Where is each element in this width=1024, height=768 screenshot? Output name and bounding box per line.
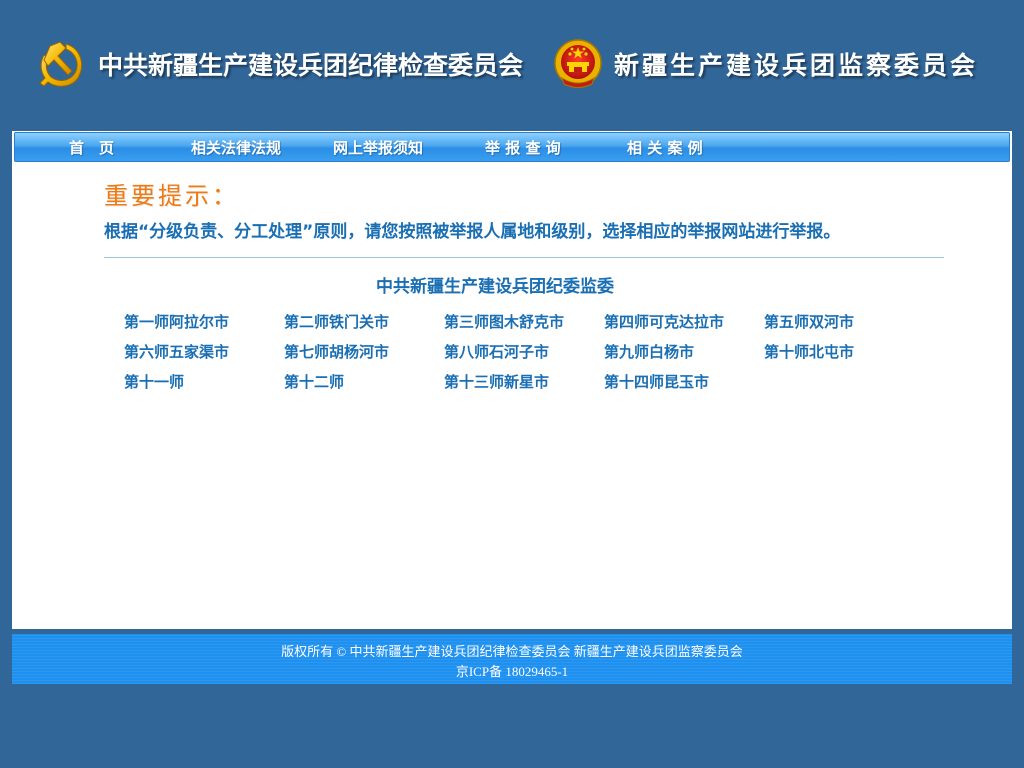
site-title-supervision: 新疆生产建设兵团监察委员会 <box>614 51 979 80</box>
link-division-13[interactable]: 第十三师新星市 <box>444 371 549 392</box>
notice-text: 根据“分级负责、分工处理”原则，请您按照被举报人属地和级别，选择相应的举报网站进… <box>104 222 841 242</box>
link-division-9[interactable]: 第九师白杨市 <box>604 341 694 362</box>
nav-laws[interactable]: 相关法律法规 <box>191 137 281 159</box>
party-emblem-icon <box>36 38 88 90</box>
footer-icp: 京ICP备 18029465-1 <box>455 664 569 679</box>
national-emblem-icon <box>552 38 604 92</box>
link-division-8[interactable]: 第八师石河子市 <box>444 341 549 362</box>
site-title-commission: 中共新疆生产建设兵团纪律检查委员会 <box>98 51 524 80</box>
nav-home[interactable]: 首 页 <box>69 137 114 159</box>
link-division-14[interactable]: 第十四师昆玉市 <box>604 371 709 392</box>
nav-report-guide[interactable]: 网上举报须知 <box>333 137 423 159</box>
divider <box>104 257 944 258</box>
link-division-4[interactable]: 第四师可克达拉市 <box>604 311 724 332</box>
link-division-7[interactable]: 第七师胡杨河市 <box>284 341 389 362</box>
link-division-2[interactable]: 第二师铁门关市 <box>284 311 389 332</box>
main-panel: 首 页 相关法律法规 网上举报须知 举 报 查 询 相 关 案 例 重要提示： … <box>12 131 1012 629</box>
site-header: 中共新疆生产建设兵团纪律检查委员会 新疆生产建设兵团监察委员会 <box>0 0 1024 131</box>
nav-report-query[interactable]: 举 报 查 询 <box>485 137 561 159</box>
link-division-3[interactable]: 第三师图木舒克市 <box>444 311 564 332</box>
link-division-10[interactable]: 第十师北屯市 <box>764 341 854 362</box>
link-division-12[interactable]: 第十二师 <box>284 371 344 392</box>
link-division-5[interactable]: 第五师双河市 <box>764 311 854 332</box>
section-title: 中共新疆生产建设兵团纪委监委 <box>376 277 614 297</box>
link-division-1[interactable]: 第一师阿拉尔市 <box>124 311 229 332</box>
site-footer: 版权所有 © 中共新疆生产建设兵团纪律检查委员会 新疆生产建设兵团监察委员会 京… <box>12 634 1012 684</box>
footer-copyright: 版权所有 © 中共新疆生产建设兵团纪律检查委员会 新疆生产建设兵团监察委员会 <box>281 644 743 659</box>
main-nav: 首 页 相关法律法规 网上举报须知 举 报 查 询 相 关 案 例 <box>14 132 1010 162</box>
link-division-6[interactable]: 第六师五家渠市 <box>124 341 229 362</box>
page: 中共新疆生产建设兵团纪律检查委员会 新疆生产建设兵团监察委员会 首 页 相关法律… <box>0 0 1024 768</box>
link-division-11[interactable]: 第十一师 <box>124 371 184 392</box>
nav-cases[interactable]: 相 关 案 例 <box>627 137 703 159</box>
notice-title: 重要提示： <box>104 182 239 210</box>
